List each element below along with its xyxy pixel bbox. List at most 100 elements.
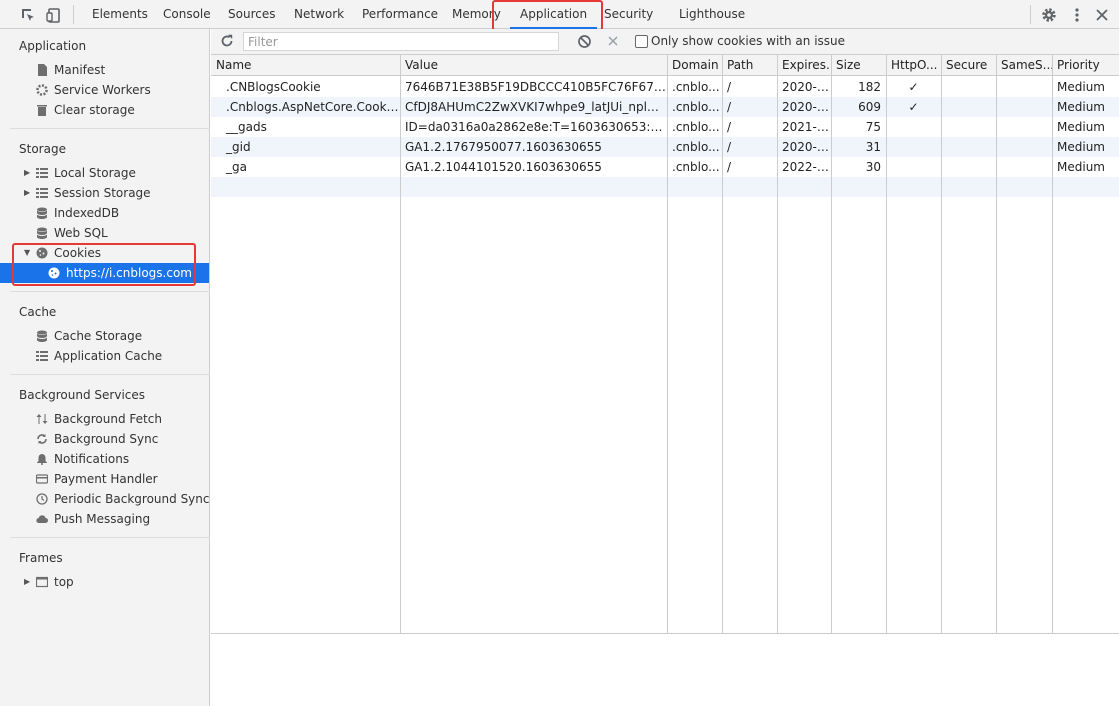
sidebar-item-periodic-background-sync[interactable]: Periodic Background Sync [0, 489, 210, 509]
cell-priority: Medium [1057, 160, 1105, 174]
sidebar-item-push-messaging[interactable]: Push Messaging [0, 509, 209, 529]
cell-domain: .cnblo... [672, 140, 720, 154]
cell-value: 7646B71E38B5F19DBCCC410B5FC76F67098E5... [405, 80, 667, 94]
database-icon [36, 330, 48, 342]
sidebar-item-background-sync[interactable]: Background Sync [0, 429, 209, 449]
cell-size: 75 [865, 120, 881, 134]
credit-card-icon [36, 474, 48, 484]
sidebar-item-cache-storage[interactable]: Cache Storage [0, 326, 209, 346]
cell-priority: Medium [1057, 120, 1105, 134]
cell-httponly [886, 157, 941, 177]
cookie-row[interactable]: .CNBlogsCookie 7646B71E38B5F19DBCCC410B5F… [211, 77, 1119, 97]
clock-icon [36, 493, 48, 505]
only-issue-checkbox[interactable] [635, 35, 648, 48]
sidebar-item-application-cache[interactable]: Application Cache [0, 346, 209, 366]
cell-priority: Medium [1057, 140, 1105, 154]
cookies-table: Name Value Domain Path Expires... Size H… [211, 55, 1119, 634]
cell-path: / [727, 160, 732, 174]
section-title-storage: Storage [19, 142, 66, 156]
cell-domain: .cnblo... [672, 160, 720, 174]
tab-application[interactable]: Application [510, 0, 598, 29]
database-icon [36, 227, 48, 239]
sidebar-item-label: Background Fetch [54, 412, 162, 426]
cell-expires: 2020-1... [782, 100, 831, 114]
cell-httponly [886, 137, 941, 157]
tab-sources[interactable]: Sources [228, 0, 275, 29]
sidebar-item-label: Cookies [54, 246, 101, 260]
column-header-samesite[interactable]: SameS... [996, 55, 1052, 76]
tab-elements[interactable]: Elements [92, 0, 148, 29]
sidebar-item-frame-top[interactable]: ▶ top [0, 572, 209, 592]
tab-console[interactable]: Console [163, 0, 211, 29]
sidebar-item-label: Cache Storage [54, 329, 143, 343]
sidebar-item-notifications[interactable]: Notifications [0, 449, 209, 469]
expand-arrow-icon[interactable]: ▶ [24, 572, 30, 592]
column-header-priority[interactable]: Priority [1052, 55, 1119, 76]
cell-size: 182 [858, 80, 881, 94]
cookie-row[interactable]: __gads ID=da0316a0a2862e8e:T=1603630653:S… [211, 117, 1119, 137]
grid-storage-icon [36, 351, 48, 361]
section-title-cache: Cache [19, 305, 57, 319]
cookie-row[interactable]: .Cnblogs.AspNetCore.Cookies CfDJ8AHUmC2Zw… [211, 97, 1119, 117]
sidebar-item-indexeddb[interactable]: IndexedDB [0, 203, 209, 223]
cell-secure [941, 137, 996, 157]
clear-all-block-icon[interactable] [577, 34, 592, 49]
tab-memory[interactable]: Memory [452, 0, 501, 29]
cell-path: / [727, 120, 732, 134]
tab-performance[interactable]: Performance [362, 0, 438, 29]
cell-httponly [886, 117, 941, 137]
sidebar-item-service-workers[interactable]: Service Workers [0, 80, 209, 100]
column-header-domain[interactable]: Domain [667, 55, 722, 76]
sidebar-item-session-storage[interactable]: ▶ Session Storage [0, 183, 209, 203]
application-sidebar: Application Manifest Service Workers Cle… [0, 29, 210, 706]
cell-samesite [996, 77, 1052, 97]
tab-security[interactable]: Security [604, 0, 653, 29]
sidebar-item-payment-handler[interactable]: Payment Handler [0, 469, 209, 489]
sidebar-item-cookies[interactable]: ▼ Cookies [0, 243, 209, 263]
column-header-httponly[interactable]: HttpO... [886, 55, 941, 76]
cell-samesite [996, 97, 1052, 117]
column-header-secure[interactable]: Secure [941, 55, 996, 76]
column-header-name[interactable]: Name [211, 55, 400, 76]
sidebar-item-web-sql[interactable]: Web SQL [0, 223, 209, 243]
column-header-expires[interactable]: Expires... [777, 55, 831, 76]
expand-arrow-icon[interactable]: ▶ [24, 163, 30, 183]
sidebar-item-label: Periodic Background Sync [54, 492, 210, 506]
more-options-icon[interactable] [1068, 6, 1086, 24]
database-icon [36, 207, 48, 219]
sidebar-item-local-storage[interactable]: ▶ Local Storage [0, 163, 209, 183]
bell-icon [37, 454, 47, 465]
cell-value: GA1.2.1767950077.1603630655 [405, 140, 602, 154]
sidebar-item-manifest[interactable]: Manifest [0, 60, 209, 80]
cookie-filter-bar: Only show cookies with an issue [211, 29, 1119, 55]
close-devtools-icon[interactable] [1093, 6, 1111, 24]
cookie-row[interactable]: _ga GA1.2.1044101520.1603630655 .cnblo... /… [211, 157, 1119, 177]
cell-domain: .cnblo... [672, 80, 720, 94]
settings-gear-icon[interactable] [1040, 6, 1058, 24]
cookie-icon [36, 247, 48, 259]
column-header-size[interactable]: Size [831, 55, 886, 76]
inspect-element-icon[interactable] [19, 6, 37, 24]
cookie-row[interactable]: _gid GA1.2.1767950077.1603630655 .cnblo...… [211, 137, 1119, 157]
cell-secure [941, 97, 996, 117]
column-header-value[interactable]: Value [400, 55, 667, 76]
column-header-path[interactable]: Path [722, 55, 777, 76]
sidebar-item-cookie-origin[interactable]: https://i.cnblogs.com [0, 263, 209, 283]
delete-selected-x-icon[interactable] [607, 35, 619, 47]
cookie-filter-input[interactable] [243, 32, 559, 51]
cell-priority: Medium [1057, 80, 1105, 94]
sidebar-item-clear-storage[interactable]: Clear storage [0, 100, 209, 120]
sidebar-item-background-fetch[interactable]: Background Fetch [0, 409, 209, 429]
cell-priority: Medium [1057, 100, 1105, 114]
tab-lighthouse[interactable]: Lighthouse [679, 0, 745, 29]
cell-expires: 2020-1... [782, 80, 831, 94]
sidebar-item-label: Session Storage [54, 186, 151, 200]
device-toolbar-icon[interactable] [45, 6, 63, 24]
tab-network[interactable]: Network [294, 0, 344, 29]
refresh-icon[interactable] [220, 34, 234, 48]
cell-size: 609 [858, 100, 881, 114]
collapse-arrow-icon[interactable]: ▼ [24, 243, 30, 263]
empty-row [211, 177, 1119, 197]
cell-name: __gads [226, 120, 267, 134]
expand-arrow-icon[interactable]: ▶ [24, 183, 30, 203]
